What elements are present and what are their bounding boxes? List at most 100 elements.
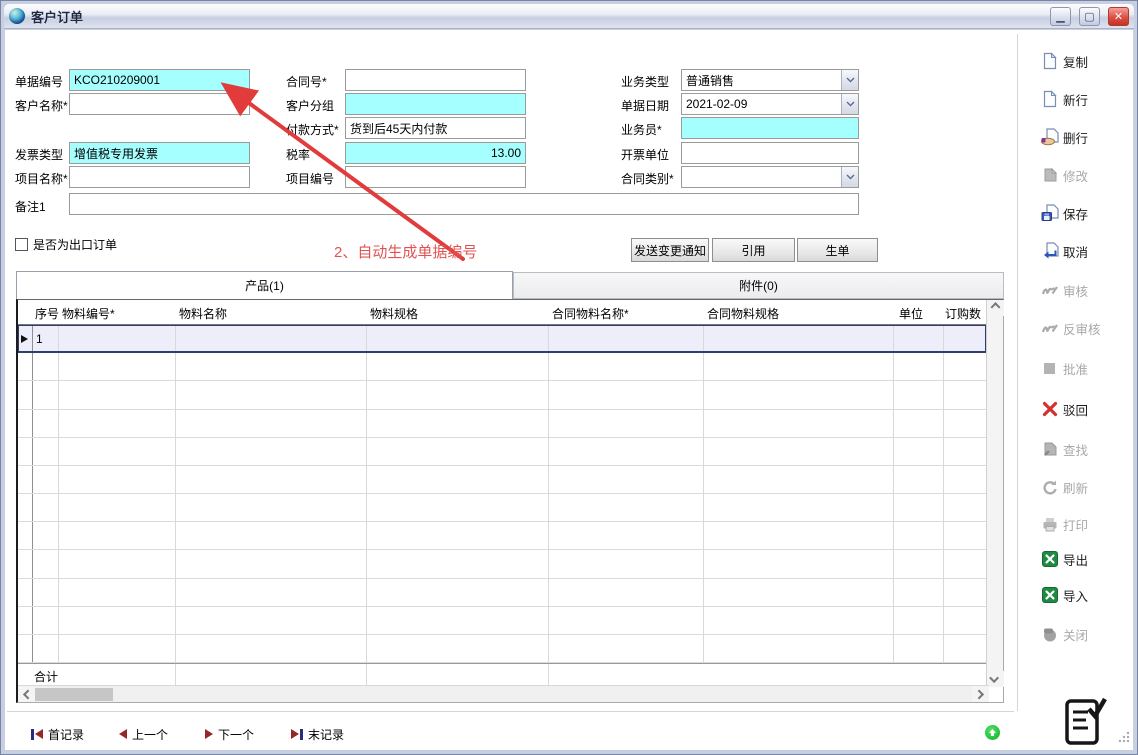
vertical-scrollbar[interactable] <box>986 300 1003 687</box>
export-button[interactable]: 导出 <box>1041 547 1137 571</box>
reject-x-icon <box>1041 400 1059 418</box>
find-button[interactable]: 查找 <box>1041 437 1137 461</box>
table-row[interactable] <box>18 607 986 635</box>
invoicing-unit-field[interactable] <box>681 142 859 164</box>
business-type-value: 普通销售 <box>682 72 841 89</box>
next-record-icon <box>205 729 213 739</box>
salesperson-label: 业务员* <box>621 121 662 138</box>
scrollbar-up-icon[interactable] <box>987 300 1004 316</box>
next-record-button[interactable]: 下一个 <box>205 723 254 745</box>
invoice-type-label: 发票类型 <box>15 146 63 163</box>
customer-name-field[interactable] <box>69 93 250 115</box>
business-type-label: 业务类型 <box>621 73 669 90</box>
print-button[interactable]: 打印 <box>1041 512 1137 536</box>
app-globe-icon <box>9 8 25 24</box>
last-record-button[interactable]: 末记录 <box>291 723 344 745</box>
contract-category-label: 合同类别* <box>621 170 674 187</box>
annotation-text: 2、自动生成单据编号 <box>334 241 477 262</box>
tab-attachments[interactable]: 附件(0) <box>513 272 1004 299</box>
export-order-checkbox[interactable] <box>15 238 28 251</box>
copy-doc-icon <box>1041 52 1059 70</box>
table-row[interactable] <box>18 635 986 663</box>
table-row[interactable] <box>18 466 986 494</box>
chevron-down-icon[interactable] <box>841 167 858 187</box>
delete-row-hand-icon <box>1041 128 1059 146</box>
invoice-type-field[interactable] <box>69 142 250 164</box>
col-unit: 单位 <box>899 305 923 322</box>
reject-button[interactable]: 驳回 <box>1041 397 1137 421</box>
client-area: 单据编号 客户名称* 发票类型 项目名称* 备注1 合同号* 客户分组 付款方式… <box>5 30 1133 750</box>
customer-name-label: 客户名称* <box>15 97 68 114</box>
table-row[interactable] <box>18 550 986 578</box>
contract-no-field[interactable] <box>345 69 526 91</box>
modify-button[interactable]: 修改 <box>1041 163 1137 187</box>
chevron-down-icon[interactable] <box>841 94 858 114</box>
project-name-field[interactable] <box>69 166 250 188</box>
reference-button[interactable]: 引用 <box>712 238 795 262</box>
audit-button[interactable]: 审核 <box>1041 278 1137 302</box>
minimize-button[interactable]: ▁ <box>1050 7 1071 26</box>
new-row-doc-icon <box>1041 90 1059 108</box>
horizontal-scrollbar[interactable] <box>18 685 989 702</box>
col-order-qty: 订购数 <box>945 305 981 322</box>
table-row[interactable] <box>18 381 986 409</box>
business-type-select[interactable]: 普通销售 <box>681 69 859 91</box>
table-row[interactable] <box>18 353 986 381</box>
table-row[interactable] <box>18 438 986 466</box>
total-label: 合计 <box>34 668 58 685</box>
project-no-field[interactable] <box>345 166 526 188</box>
prev-record-button[interactable]: 上一个 <box>119 723 168 745</box>
first-record-icon <box>31 729 43 740</box>
new-row-button[interactable]: 新行 <box>1041 87 1137 111</box>
copy-button[interactable]: 复制 <box>1041 49 1137 73</box>
import-button[interactable]: 导入 <box>1041 583 1137 607</box>
window-title: 客户订单 <box>31 7 1042 26</box>
tab-products[interactable]: 产品(1) <box>16 271 513 299</box>
generate-order-button[interactable]: 生单 <box>797 238 878 262</box>
scrollbar-left-icon[interactable] <box>18 686 35 702</box>
table-row[interactable] <box>18 410 986 438</box>
remark1-field[interactable] <box>69 193 859 215</box>
salesperson-field[interactable] <box>681 117 859 139</box>
close-button[interactable]: ✕ <box>1108 7 1129 26</box>
scrollbar-down-icon[interactable] <box>987 671 1004 687</box>
approve-button[interactable]: 批准 <box>1041 356 1137 380</box>
refresh-button[interactable]: 刷新 <box>1041 475 1137 499</box>
maximize-button[interactable]: ▢ <box>1079 7 1100 26</box>
tax-rate-field[interactable] <box>345 142 526 164</box>
doc-date-value: 2021-02-09 <box>682 97 841 111</box>
table-row[interactable] <box>18 522 986 550</box>
unaudit-button[interactable]: 反审核 <box>1041 316 1137 340</box>
scrollbar-right-icon[interactable] <box>972 686 989 702</box>
col-contract-mat-name: 合同物料名称* <box>552 305 629 322</box>
customer-group-field[interactable] <box>345 93 526 115</box>
last-record-icon <box>291 729 303 740</box>
current-row-marker-icon <box>21 335 32 343</box>
delete-row-button[interactable]: 删行 <box>1041 125 1137 149</box>
approve-icon <box>1041 359 1059 377</box>
tax-rate-label: 税率 <box>286 146 310 163</box>
find-icon <box>1041 440 1059 458</box>
resize-grip[interactable] <box>1118 730 1130 748</box>
total-row: 合计 <box>18 663 986 687</box>
doc-no-label: 单据编号 <box>15 73 63 90</box>
unaudit-signature-icon <box>1041 319 1059 337</box>
first-record-button[interactable]: 首记录 <box>31 723 84 745</box>
save-button[interactable]: 保存 <box>1041 201 1137 225</box>
payment-method-field[interactable] <box>345 117 526 139</box>
send-change-notice-button[interactable]: 发送变更通知 <box>631 238 709 262</box>
doc-date-select[interactable]: 2021-02-09 <box>681 93 859 115</box>
table-row[interactable] <box>18 579 986 607</box>
table-body: 1 <box>18 325 986 663</box>
table-row[interactable] <box>18 494 986 522</box>
cancel-button[interactable]: 取消 <box>1041 239 1137 263</box>
table-header: 序号 物料编号* 物料名称 物料规格 合同物料名称* 合同物料规格 单位 订购数 <box>18 300 986 325</box>
close-form-button[interactable]: 关闭 <box>1041 622 1137 646</box>
export-order-checkbox-row: 是否为出口订单 <box>15 236 117 253</box>
chevron-down-icon[interactable] <box>841 70 858 90</box>
doc-no-field[interactable] <box>69 69 250 91</box>
contract-category-select[interactable] <box>681 166 859 188</box>
h-scrollbar-thumb[interactable] <box>35 688 113 701</box>
col-material-spec: 物料规格 <box>370 305 418 322</box>
table-row-selected[interactable]: 1 <box>18 325 986 353</box>
